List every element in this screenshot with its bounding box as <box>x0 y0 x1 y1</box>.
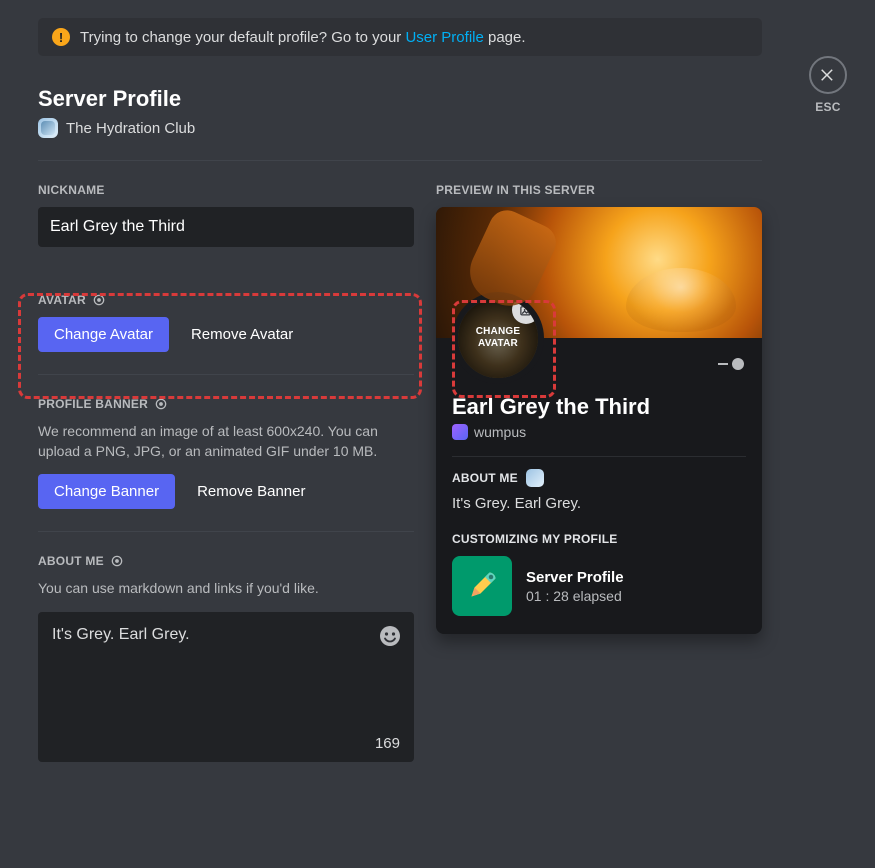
page-title: Server Profile <box>38 86 837 112</box>
banner-help: We recommend an image of at least 600x24… <box>38 421 398 462</box>
preview-banner[interactable]: CHANGE AVATAR <box>436 207 762 338</box>
about-text: It's Grey. Earl Grey. <box>52 626 400 644</box>
info-banner: ! Trying to change your default profile?… <box>38 18 762 56</box>
nickname-label: NICKNAME <box>38 183 414 197</box>
nickname-input[interactable] <box>38 207 414 247</box>
preview-activity-label: CUSTOMIZING MY PROFILE <box>452 532 746 546</box>
about-input[interactable]: It's Grey. Earl Grey. 169 <box>38 612 414 762</box>
nitro-icon <box>92 293 106 307</box>
esc-label: ESC <box>815 100 840 114</box>
divider <box>38 160 762 161</box>
banner-label: PROFILE BANNER <box>38 397 148 411</box>
nickname-section: NICKNAME <box>38 183 414 247</box>
divider <box>452 456 746 457</box>
upload-image-button[interactable] <box>512 296 540 324</box>
server-context: The Hydration Club <box>38 118 837 138</box>
remove-avatar-button[interactable]: Remove Avatar <box>185 317 299 352</box>
char-count: 169 <box>375 735 400 752</box>
avatar-section: AVATAR Change Avatar Remove Avatar <box>38 293 414 352</box>
change-banner-button[interactable]: Change Banner <box>38 474 175 509</box>
change-avatar-button[interactable]: Change Avatar <box>38 317 169 352</box>
preview-about-label: ABOUT ME <box>452 471 518 485</box>
activity-time: 01 : 28 elapsed <box>526 588 624 604</box>
server-name: The Hydration Club <box>66 120 195 137</box>
server-icon <box>38 118 58 138</box>
status-indicator <box>718 358 744 370</box>
nitro-icon <box>154 397 168 411</box>
about-help: You can use markdown and links if you'd … <box>38 578 398 598</box>
divider <box>38 531 414 532</box>
warning-icon: ! <box>52 28 70 46</box>
close-icon <box>819 66 837 84</box>
about-label: ABOUT ME <box>38 554 104 568</box>
preview-activity: Server Profile 01 : 28 elapsed <box>452 556 746 616</box>
preview-username: wumpus <box>474 424 526 440</box>
smile-icon <box>378 624 402 648</box>
close-button[interactable] <box>809 56 847 94</box>
banner-section: PROFILE BANNER We recommend an image of … <box>38 397 414 509</box>
divider <box>38 374 414 375</box>
preview-display-name: Earl Grey the Third <box>452 394 746 420</box>
emoji-picker-button[interactable] <box>378 624 402 648</box>
user-badge-icon <box>452 424 468 440</box>
tip-prefix: Trying to change your default profile? G… <box>80 29 405 46</box>
activity-name: Server Profile <box>526 569 624 586</box>
avatar-label: AVATAR <box>38 293 86 307</box>
server-icon <box>526 469 544 487</box>
user-profile-link[interactable]: User Profile <box>405 29 483 46</box>
tip-suffix: page. <box>484 29 526 46</box>
preview-about-text: It's Grey. Earl Grey. <box>452 495 746 512</box>
add-image-icon <box>519 303 534 318</box>
profile-preview-card: CHANGE AVATAR Earl Grey the Third wumpus <box>436 207 762 634</box>
preview-label: PREVIEW IN THIS SERVER <box>436 183 762 197</box>
nitro-icon <box>110 554 124 568</box>
about-section: ABOUT ME You can use markdown and links … <box>38 554 414 762</box>
remove-banner-button[interactable]: Remove Banner <box>191 474 311 509</box>
pencil-icon <box>452 556 512 616</box>
